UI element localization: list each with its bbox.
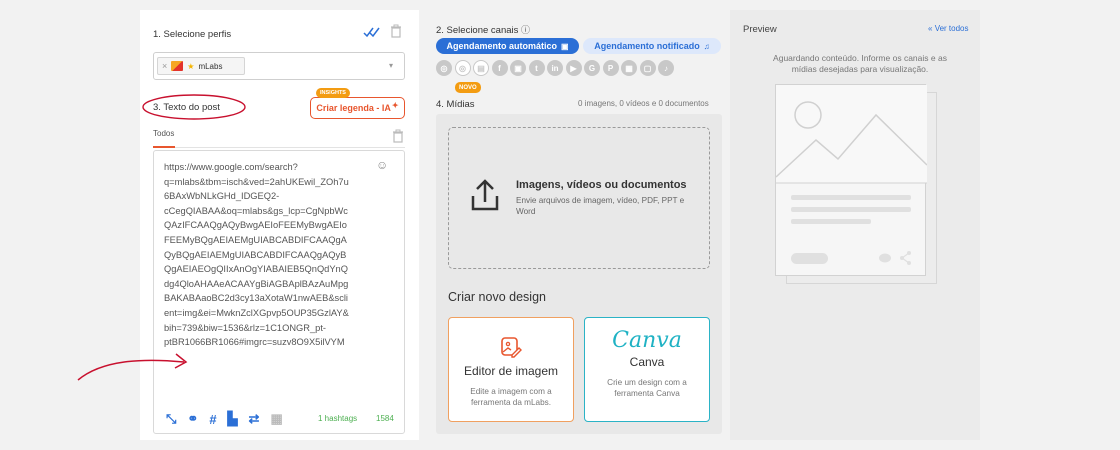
profile-tag[interactable]: × ★ mLabs [157, 57, 245, 75]
canva-title: Canva [629, 355, 665, 369]
repeat-icon[interactable]: ⇄ [249, 411, 260, 427]
star-icon: ★ [187, 61, 195, 71]
media-count: 0 imagens, 0 vídeos e 0 documentos [578, 99, 709, 108]
chevron-down-icon[interactable]: ▾ [389, 61, 393, 70]
channels-title-text: 2. Selecione canais [436, 25, 519, 36]
google-business-icon[interactable]: G [584, 60, 600, 76]
image-editor-title: Editor de imagem [463, 364, 559, 378]
media-title: 4. Mídias [436, 99, 475, 110]
placeholder-image-icon [775, 85, 928, 265]
hashtag-count: 1 hashtags [318, 414, 358, 423]
notified-schedule-button[interactable]: Agendamento notificado ♫ [583, 38, 721, 54]
see-all-link[interactable]: « Ver todos [928, 24, 969, 33]
info-icon[interactable]: ⓘ [521, 25, 530, 35]
hashtag-icon[interactable]: # [209, 412, 216, 427]
canva-card[interactable]: Canva Canva Crie um design com a ferrame… [584, 317, 710, 422]
post-text[interactable]: https://www.google.com/search? q=mlabs&t… [164, 160, 369, 350]
link-icon[interactable]: ⚭ [187, 411, 198, 427]
double-chevron-left-icon: « [928, 24, 933, 33]
pinterest-icon[interactable]: P [602, 60, 619, 76]
instagram-reels-icon[interactable]: ▤ [473, 60, 489, 76]
ai-caption-button[interactable]: Criar legenda - IA ✦ [310, 97, 405, 119]
sparkle-icon: ✦ [391, 100, 399, 110]
auto-schedule-button[interactable]: Agendamento automático ▣ [436, 38, 579, 54]
channels-title: 2. Selecione canais ⓘ [436, 23, 530, 36]
remove-tag-icon[interactable]: × [162, 61, 167, 71]
novo-badge: NOVO [455, 82, 481, 93]
instagram-story-icon[interactable]: ◎ [454, 60, 471, 76]
notified-schedule-label: Agendamento notificado [594, 41, 700, 51]
auto-schedule-label: Agendamento automático [446, 41, 557, 51]
twitter-icon[interactable]: t [528, 60, 545, 76]
annotation-arrow [77, 353, 188, 381]
insights-badge: INSIGHTS [316, 88, 350, 98]
upload-icon [471, 179, 499, 211]
image-edit-icon [501, 337, 522, 358]
youtube-icon[interactable]: ▶ [565, 60, 582, 76]
character-count: 1584 [376, 414, 394, 423]
preview-message: Aguardando conteúdo. Informe os canais e… [773, 53, 947, 74]
chart-icon[interactable]: ▦ [270, 411, 282, 427]
emoji-icon[interactable]: ☺ [376, 158, 388, 172]
clear-text-trash-icon[interactable] [392, 129, 404, 148]
preview-title: Preview [743, 24, 777, 35]
calendar-icon: ▣ [560, 41, 569, 51]
bell-icon: ♫ [703, 41, 710, 51]
tab-all[interactable]: Todos [153, 129, 174, 138]
ai-caption-label: Criar legenda - IA [316, 103, 391, 113]
tab-active-indicator [153, 146, 175, 148]
gallery-icon[interactable]: ▦ [621, 60, 637, 76]
annotation-ellipse [142, 94, 246, 120]
facebook-icon[interactable]: f [491, 60, 508, 76]
facebook-story-icon[interactable]: ▣ [510, 60, 526, 76]
tab-divider [153, 147, 405, 148]
new-design-title: Criar novo design [448, 290, 546, 304]
trash-icon[interactable] [390, 24, 402, 43]
double-check-icon[interactable] [363, 26, 381, 41]
mlabs-logo-icon [171, 61, 184, 71]
preview-placeholder [775, 84, 928, 276]
linkedin-icon[interactable]: in [547, 60, 563, 76]
post-toolbar: ⤡ ⚭ # ▙ ⇄ ▦ [166, 411, 283, 427]
canva-logo: Canva [612, 328, 682, 353]
channel-icons: ◎ ◎ ▤ f ▣ t in ▶ G P ▦ ▢ ♪ [436, 60, 674, 76]
see-all-label: Ver todos [934, 24, 969, 33]
instagram-icon[interactable]: ◎ [436, 60, 452, 76]
drop-zone-subtitle: Envie arquivos de imagem, vídeo, PDF, PP… [516, 196, 685, 216]
profile-tag-label: mLabs [198, 61, 223, 71]
profiles-title: 1. Selecione perfis [153, 29, 232, 40]
document-icon[interactable]: ▙ [228, 411, 238, 427]
slideshow-icon[interactable]: ▢ [639, 60, 656, 76]
shrink-icon[interactable]: ⤡ [166, 411, 176, 427]
canva-subtitle: Crie um design com a ferramenta Canva [607, 378, 687, 398]
tiktok-icon[interactable]: ♪ [658, 60, 674, 76]
drop-zone-title: Imagens, vídeos ou documentos [516, 179, 687, 191]
image-editor-subtitle: Edite a imagem com a ferramenta da mLabs… [470, 387, 552, 407]
image-editor-card[interactable]: Editor de imagem Edite a imagem com a fe… [448, 317, 574, 422]
